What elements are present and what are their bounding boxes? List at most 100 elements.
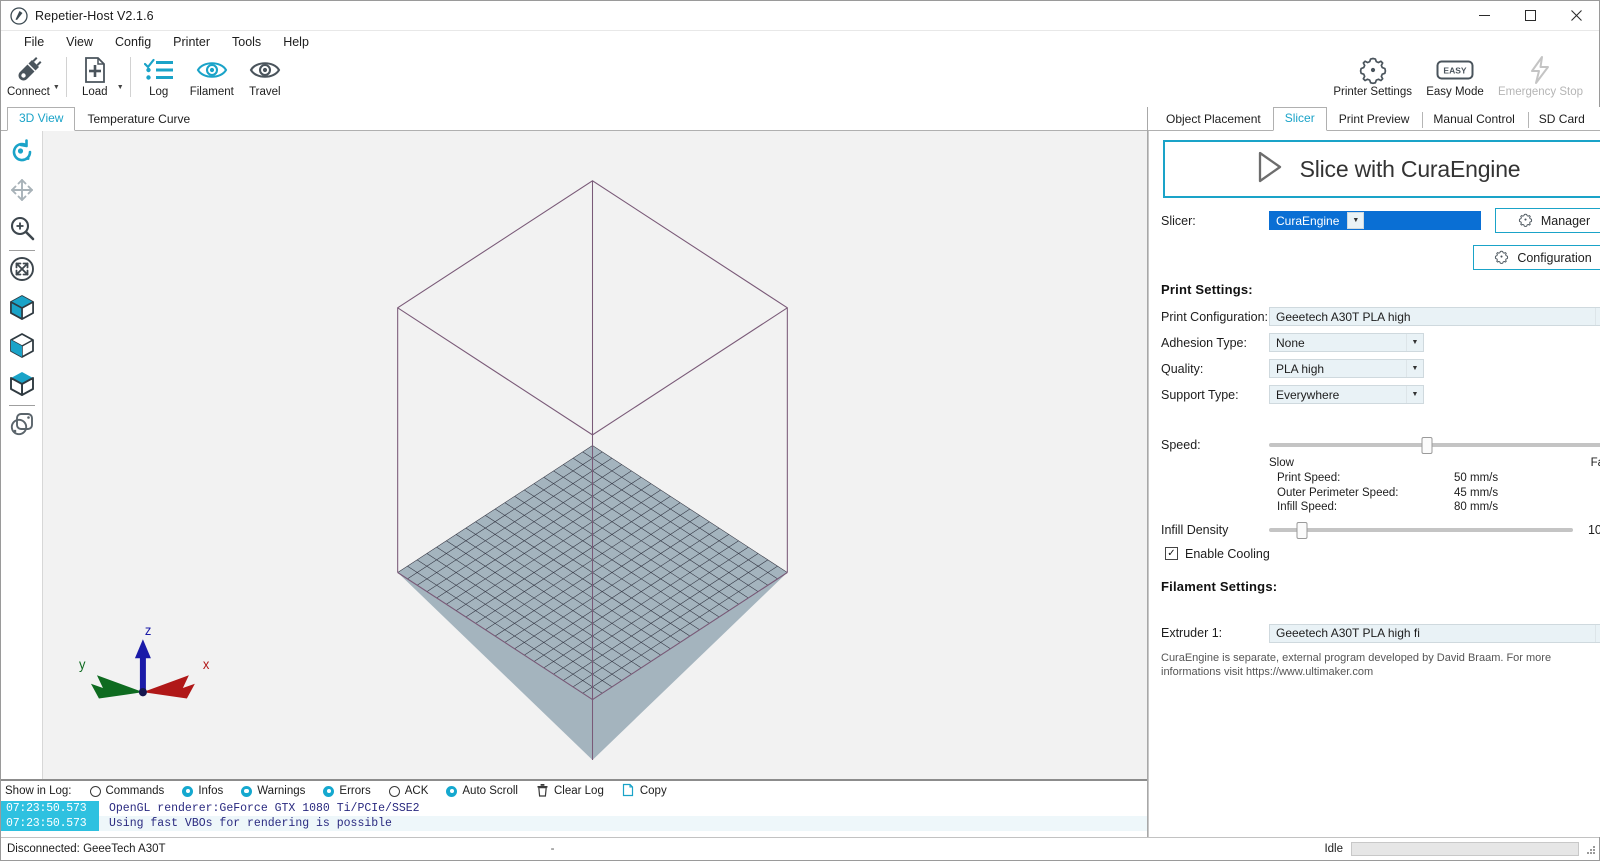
- printer-state: Idle: [1324, 843, 1343, 855]
- zoom-view-tool[interactable]: [3, 211, 41, 249]
- left-tab-strip: 3D View Temperature Curve: [1, 107, 1147, 131]
- log-filter-errors[interactable]: Errors: [315, 785, 378, 797]
- configuration-button-label: Configuration: [1517, 250, 1592, 265]
- chevron-down-icon[interactable]: ▼: [1347, 212, 1365, 229]
- plug-connect-icon: [13, 55, 43, 85]
- log-filter-commands[interactable]: Commands: [82, 785, 173, 797]
- log-message: OpenGL renderer:GeForce GTX 1080 Ti/PCIe…: [109, 802, 420, 815]
- toolbar-right-group: Printer Settings EASY Easy Mode Emergenc…: [1327, 53, 1599, 105]
- left-pane: 3D View Temperature Curve z x y Show in …: [1, 107, 1148, 837]
- radio-icon: [388, 785, 400, 797]
- clear-log-button[interactable]: Clear Log: [528, 783, 612, 800]
- support-type-label: Support Type:: [1161, 387, 1239, 402]
- chevron-down-icon[interactable]: ▼: [1595, 624, 1600, 642]
- tab-3d-view[interactable]: 3D View: [7, 107, 76, 131]
- status-bar: Disconnected: GeeeTech A30T - Idle: [1, 837, 1599, 860]
- view-mode-overlap[interactable]: [3, 407, 41, 445]
- emergency-stop-label: Emergency Stop: [1497, 86, 1583, 98]
- load-dropdown-caret[interactable]: ▼: [117, 84, 127, 91]
- tab-slicer[interactable]: Slicer: [1272, 107, 1327, 131]
- adhesion-type-dropdown[interactable]: None ▼: [1269, 333, 1424, 352]
- chevron-down-icon[interactable]: ▼: [1406, 334, 1423, 351]
- move-view-tool[interactable]: [3, 173, 41, 211]
- 3d-viewport[interactable]: z x y: [43, 131, 1147, 779]
- rotate-view-tool[interactable]: [3, 135, 41, 173]
- reset-view-tool[interactable]: [3, 252, 41, 290]
- support-type-dropdown[interactable]: Everywhere ▼: [1269, 385, 1424, 404]
- window-controls: [1461, 1, 1599, 31]
- view-mode-top[interactable]: [3, 366, 41, 404]
- infill-slider-thumb[interactable]: [1296, 521, 1308, 539]
- tool-divider-2: [8, 405, 35, 406]
- easy-mode-button[interactable]: EASY Easy Mode: [1418, 53, 1492, 105]
- tab-sd-card[interactable]: SD Card: [1527, 108, 1597, 131]
- log-entry-list[interactable]: 07:23:50.573 OpenGL renderer:GeForce GTX…: [1, 801, 1147, 837]
- view-mode-solid[interactable]: [3, 290, 41, 328]
- main-toolbar: Connect ▼ Load ▼ Log Filament Travel Pri…: [1, 53, 1599, 107]
- slicer-label: Slicer:: [1161, 213, 1196, 228]
- menu-file[interactable]: File: [13, 32, 55, 52]
- manager-button[interactable]: Manager: [1495, 208, 1600, 233]
- emergency-stop-button[interactable]: Emergency Stop: [1492, 53, 1589, 105]
- cube-edges-icon: [8, 331, 36, 364]
- show-in-log-label: Show in Log:: [5, 785, 72, 797]
- resize-grip[interactable]: [1585, 844, 1599, 855]
- menu-view[interactable]: View: [55, 32, 104, 52]
- log-filter-ack-label: ACK: [404, 785, 429, 797]
- printer-settings-button[interactable]: Printer Settings: [1327, 53, 1418, 105]
- log-filter-ack[interactable]: ACK: [381, 785, 437, 797]
- connect-dropdown-caret[interactable]: ▼: [53, 84, 63, 91]
- configuration-button[interactable]: Configuration: [1473, 245, 1600, 270]
- log-filter-infos[interactable]: Infos: [174, 785, 231, 797]
- menu-help[interactable]: Help: [272, 32, 320, 52]
- maximize-button[interactable]: [1507, 1, 1553, 31]
- speed-slider[interactable]: [1269, 437, 1600, 454]
- radio-icon: [446, 785, 458, 797]
- infill-speed-label: Infill Speed:: [1277, 501, 1338, 513]
- gear-icon: [1358, 55, 1388, 85]
- tab-manual-control[interactable]: Manual Control: [1421, 108, 1526, 131]
- log-filter-auto-scroll[interactable]: Auto Scroll: [438, 785, 526, 797]
- enable-cooling-checkbox[interactable]: ✓ Enable Cooling: [1165, 547, 1600, 561]
- tab-object-placement[interactable]: Object Placement: [1154, 108, 1273, 131]
- slice-with-curaengine-button[interactable]: Slice with CuraEngine: [1163, 140, 1600, 198]
- 3d-scene: z x y: [43, 131, 1147, 779]
- view-mode-edges[interactable]: [3, 328, 41, 366]
- move-arrows-icon: [8, 176, 36, 209]
- chevron-down-icon[interactable]: ▼: [1595, 308, 1600, 325]
- travel-button[interactable]: Travel: [240, 53, 290, 105]
- extruder-1-label: Extruder 1:: [1161, 626, 1223, 640]
- speed-slider-thumb[interactable]: [1421, 437, 1433, 454]
- svg-text:z: z: [145, 623, 152, 638]
- tab-print-preview[interactable]: Print Preview: [1327, 108, 1422, 131]
- chevron-down-icon[interactable]: ▼: [1406, 360, 1423, 377]
- log-filter-warnings[interactable]: Warnings: [233, 785, 313, 797]
- overlap-shapes-icon: [8, 410, 36, 443]
- menu-config[interactable]: Config: [104, 32, 162, 52]
- log-button[interactable]: Log: [134, 53, 184, 105]
- infill-density-slider[interactable]: [1269, 521, 1573, 539]
- speed-label: Speed:: [1161, 438, 1201, 452]
- log-filter-auto-scroll-label: Auto Scroll: [462, 785, 518, 797]
- log-timestamp: 07:23:50.573: [1, 801, 99, 816]
- log-timestamp: 07:23:50.573: [1, 816, 99, 831]
- slice-button-label: Slice with CuraEngine: [1299, 155, 1521, 182]
- print-speed-line: Print Speed: 50 mm/s: [1269, 471, 1600, 486]
- chevron-down-icon[interactable]: ▼: [1406, 386, 1423, 403]
- load-button[interactable]: Load: [70, 53, 120, 105]
- menu-tools[interactable]: Tools: [221, 32, 272, 52]
- filament-button[interactable]: Filament: [184, 53, 240, 105]
- tab-temperature-curve[interactable]: Temperature Curve: [75, 108, 202, 131]
- copy-button[interactable]: Copy: [614, 783, 675, 800]
- close-button[interactable]: [1553, 1, 1599, 31]
- quality-dropdown[interactable]: PLA high ▼: [1269, 359, 1424, 378]
- infill-speed-line: Infill Speed: 80 mm/s: [1269, 500, 1600, 515]
- menu-printer[interactable]: Printer: [162, 32, 221, 52]
- load-file-plus-icon: [82, 55, 108, 85]
- minimize-button[interactable]: [1461, 1, 1507, 31]
- connect-button[interactable]: Connect: [1, 53, 56, 105]
- infill-density-value: 10%: [1587, 522, 1600, 537]
- slicer-dropdown[interactable]: CuraEngine ▼: [1269, 211, 1481, 230]
- extruder-1-dropdown[interactable]: Geeetech A30T PLA high fi ▼: [1269, 623, 1600, 643]
- print-configuration-dropdown[interactable]: Geeetech A30T PLA high ▼: [1269, 307, 1600, 326]
